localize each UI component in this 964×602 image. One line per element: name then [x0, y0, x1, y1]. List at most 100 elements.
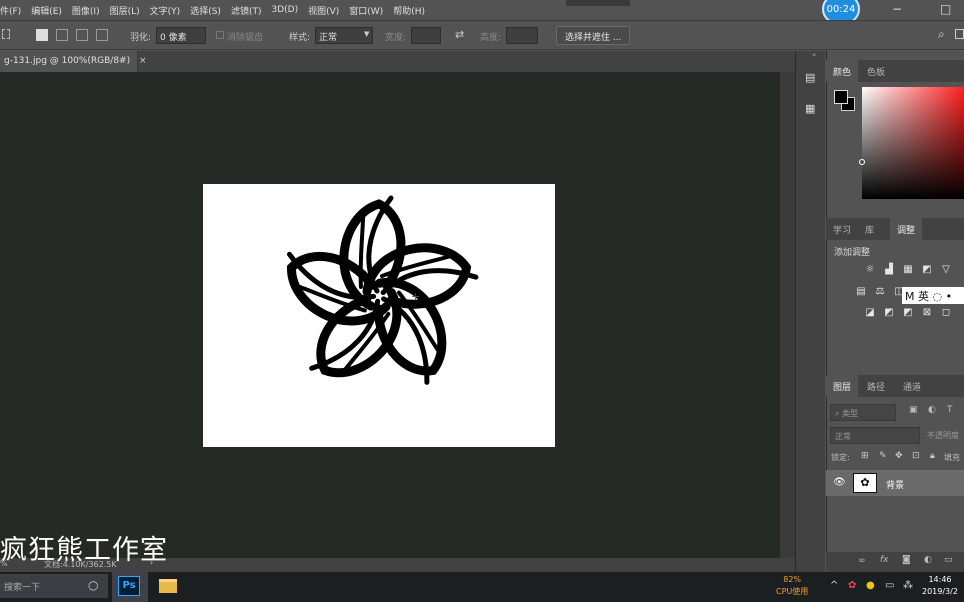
menu-window[interactable]: 窗口(W) — [344, 4, 388, 17]
panel-icon-strip — [795, 51, 825, 572]
menu-help[interactable]: 帮助(H) — [388, 4, 430, 17]
add-mask-icon[interactable]: ◙ — [902, 555, 911, 565]
layer-kind-filter[interactable]: ⌕ 类型 — [830, 404, 896, 421]
visibility-eye-icon[interactable]: 👁︎ — [833, 477, 846, 488]
antialias-label: 消除锯齿 — [227, 33, 264, 43]
pixel-filter-icon[interactable]: ▣ — [909, 405, 918, 415]
feather-input[interactable]: 0 像素 — [156, 27, 206, 44]
foreground-color-swatch[interactable] — [834, 90, 848, 104]
photoshop-icon: Ps — [118, 576, 140, 596]
color-balance-icon[interactable]: ⚖ — [874, 286, 886, 297]
menu-select[interactable]: 选择(S) — [185, 4, 226, 17]
link-layers-icon[interactable]: ∞ — [858, 556, 866, 566]
menu-filter[interactable]: 滤镜(T) — [226, 4, 267, 17]
menu-layer[interactable]: 图层(L) — [105, 4, 145, 17]
blend-mode-select[interactable]: 正常 — [830, 427, 920, 444]
tab-channels[interactable]: 通道 — [896, 375, 928, 397]
color-picker-cursor[interactable] — [859, 159, 865, 165]
select-and-mask-button[interactable]: 选择并遮住 ... — [556, 26, 631, 45]
menu-file[interactable]: 件(F) — [0, 4, 26, 17]
title-strip — [566, 0, 630, 6]
cursor-crosshair-icon: + — [411, 290, 421, 303]
history-icon[interactable]: ▤ — [805, 71, 819, 85]
hue-saturation-icon[interactable]: ▤ — [855, 286, 867, 297]
menu-view[interactable]: 视图(V) — [303, 4, 344, 17]
cpu-label: CPU使用 — [776, 587, 809, 596]
opacity-label: 不透明度 — [927, 431, 959, 440]
threshold-icon[interactable]: ◩ — [902, 307, 914, 318]
menu-type[interactable]: 文字(Y) — [145, 4, 186, 17]
fx-icon[interactable]: fx — [880, 555, 889, 565]
new-selection-icon[interactable] — [36, 29, 48, 41]
menu-bar: 件(F) 编辑(E) 图像(I) 图层(L) 文字(Y) 选择(S) 滤镜(T)… — [0, 0, 964, 20]
watermark-text: 疯狂熊工作室 — [0, 535, 168, 566]
document-canvas[interactable] — [203, 184, 555, 447]
selective-color-icon[interactable]: ◻ — [940, 307, 952, 318]
time: 14:46 — [928, 575, 952, 584]
brightness-icon[interactable]: ☼ — [864, 264, 876, 275]
tab-color[interactable]: 颜色 — [826, 60, 859, 82]
add-selection-icon[interactable] — [56, 29, 68, 41]
close-icon[interactable]: × — [139, 56, 147, 66]
adjustment-filter-icon[interactable]: ◐ — [928, 405, 936, 415]
taskbar-search[interactable]: 搜索一下 ○ — [0, 574, 108, 598]
menu-edit[interactable]: 编辑(E) — [26, 4, 67, 17]
tab-adjustments[interactable]: 调整 — [890, 218, 923, 240]
lock-position-icon[interactable]: ✥ — [895, 451, 903, 461]
tab-swatches[interactable]: 色板 — [860, 60, 892, 82]
height-input[interactable] — [506, 27, 538, 44]
curves-icon[interactable]: ▦ — [902, 264, 914, 275]
vibrance-icon[interactable]: ▽ — [940, 264, 952, 275]
ime-indicator[interactable]: M 英 ◌ • — [902, 287, 964, 304]
adjustment-layer-icon[interactable]: ◐ — [924, 555, 932, 565]
battery-icon[interactable]: ▭ — [885, 580, 894, 591]
intersect-selection-icon[interactable] — [96, 29, 108, 41]
type-filter-icon[interactable]: T — [947, 405, 953, 415]
antialias-checkbox[interactable] — [216, 31, 224, 39]
tray-app-icon[interactable]: ✿ — [848, 580, 856, 591]
search-icon[interactable]: ⌕ — [938, 27, 945, 42]
subtract-selection-icon[interactable] — [76, 29, 88, 41]
layer-name[interactable]: 背景 — [886, 478, 904, 491]
adjust-panel-tabs: 学习 库 调整 — [826, 218, 964, 240]
tray-app2-icon[interactable]: ● — [866, 580, 875, 591]
exposure-icon[interactable]: ◩ — [921, 264, 933, 275]
color-panel-tabs: 颜色 色板 — [826, 60, 964, 82]
gradient-map-icon[interactable]: ⊠ — [921, 307, 933, 318]
vertical-scrollbar[interactable] — [780, 72, 795, 558]
layers-panel-tabs: 图层 路径 通道 — [826, 375, 964, 397]
properties-icon[interactable]: ▦ — [805, 102, 819, 116]
tray-expand-icon[interactable]: ^ — [830, 580, 838, 591]
tab-learn[interactable]: 学习 — [826, 218, 858, 240]
lock-pixels-icon[interactable]: ✎ — [879, 451, 887, 461]
tab-libraries[interactable]: 库 — [858, 218, 881, 240]
menu-image[interactable]: 图像(I) — [67, 4, 105, 17]
width-input[interactable] — [411, 27, 441, 44]
marquee-tool-icon[interactable] — [2, 29, 10, 39]
workspace-icon[interactable] — [955, 29, 964, 39]
menu-3d[interactable]: 3D(D) — [266, 5, 303, 15]
taskbar-clock[interactable]: 14:46 2019/3/2 — [922, 574, 958, 598]
search-placeholder: 搜索一下 — [4, 583, 41, 593]
date: 2019/3/2 — [922, 587, 958, 596]
swap-icon[interactable]: ⇄ — [455, 28, 464, 41]
tab-paths[interactable]: 路径 — [860, 375, 892, 397]
minimize-button[interactable]: − — [892, 2, 902, 16]
cpu-usage: 82% CPU使用 — [776, 574, 808, 598]
tab-layers[interactable]: 图层 — [826, 375, 859, 397]
new-group-icon[interactable]: ▭ — [944, 555, 953, 565]
collapse-icon[interactable]: « — [812, 51, 816, 59]
posterize-icon[interactable]: ◩ — [883, 307, 895, 318]
restore-button[interactable]: □ — [940, 2, 951, 16]
lock-all-icon[interactable]: 🔒︎ — [930, 451, 935, 461]
color-picker-field[interactable] — [862, 87, 964, 199]
document-tab[interactable]: g-131.jpg @ 100%(RGB/8#) × — [0, 51, 147, 72]
invert-icon[interactable]: ◪ — [864, 307, 876, 318]
lock-artboard-icon[interactable]: ⊡ — [912, 451, 920, 461]
lock-transparent-icon[interactable]: ⊞ — [861, 451, 869, 461]
width-label: 宽度: — [385, 33, 407, 43]
layers-footer: ∞ fx ◙ ◐ ▭ — [826, 552, 964, 572]
file-explorer-icon[interactable] — [159, 579, 177, 593]
levels-icon[interactable]: ▟ — [883, 264, 895, 275]
network-icon[interactable]: ⁂ — [903, 580, 913, 591]
